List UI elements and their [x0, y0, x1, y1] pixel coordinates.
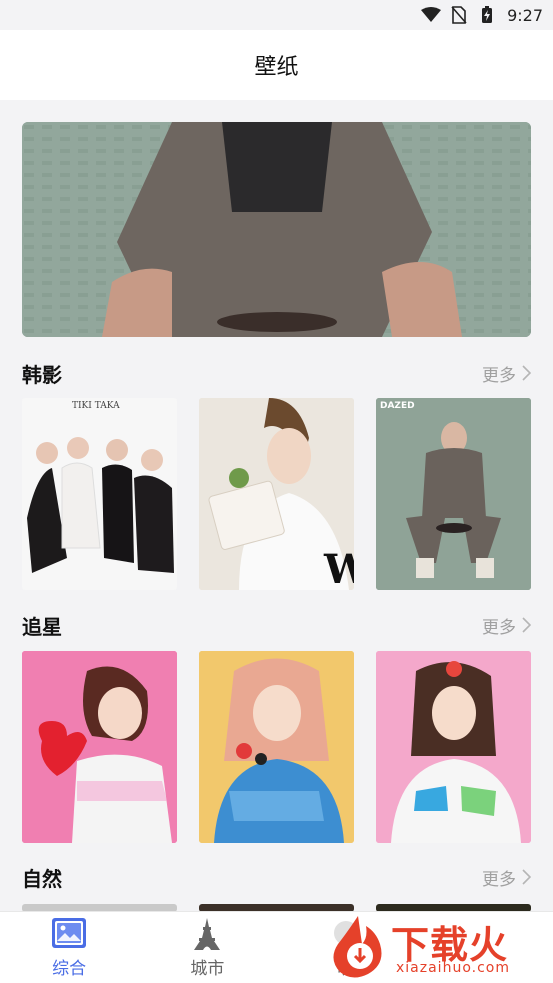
section-header-hanying: 韩影 更多: [22, 358, 531, 388]
eiffel-tower-icon: [194, 917, 221, 950]
battery-charging-icon: [477, 6, 497, 24]
featured-banner[interactable]: [22, 122, 531, 337]
wallpaper-thumb[interactable]: W: [199, 398, 354, 590]
thumb-image: TIKI TAKA: [22, 398, 177, 590]
wallpaper-thumb[interactable]: [376, 651, 531, 843]
wallpaper-thumb[interactable]: TIKI TAKA: [22, 398, 177, 590]
thumb-image: [199, 651, 354, 843]
wallpaper-thumb[interactable]: [22, 651, 177, 843]
thumb-caption: W: [323, 546, 354, 590]
nav-tab-city[interactable]: 城市: [138, 912, 276, 983]
thumb-image: DAZED: [376, 398, 531, 590]
more-link[interactable]: 更多: [482, 613, 531, 638]
thumb-row-hanying: TIKI TAKA W DAZED: [22, 398, 531, 590]
thumb-image: [376, 651, 531, 843]
image-gallery-icon: [52, 917, 87, 948]
more-label: 更多: [482, 617, 516, 638]
wallpaper-thumb[interactable]: DAZED: [376, 398, 531, 590]
status-bar: 9:27: [0, 0, 553, 30]
wifi-icon: [421, 6, 442, 24]
section-title: 自然: [22, 866, 62, 891]
chevron-right-icon: [522, 869, 531, 885]
more-label: 更多: [482, 365, 516, 386]
more-label: 更多: [482, 869, 516, 890]
nav-label: 城市: [190, 958, 225, 979]
flame-logo-icon: [333, 916, 382, 978]
app-header: 壁纸: [0, 30, 553, 100]
thumb-image: W: [199, 398, 354, 590]
nav-label: 综合: [52, 958, 87, 979]
nav-tab-general[interactable]: 综合: [0, 912, 138, 983]
more-link[interactable]: 更多: [482, 361, 531, 386]
chevron-right-icon: [522, 617, 531, 633]
thumb-caption: DAZED: [380, 401, 415, 411]
banner-image: [22, 122, 531, 337]
more-link[interactable]: 更多: [482, 865, 531, 890]
thumb-image: [22, 651, 177, 843]
section-title: 追星: [22, 614, 62, 639]
wallpaper-thumb[interactable]: [199, 651, 354, 843]
site-watermark: 下载火 xiazaihuo.com: [326, 912, 553, 982]
status-time: 9:27: [507, 5, 543, 25]
no-sim-icon: [449, 6, 469, 24]
thumb-row-zhuixing: [22, 651, 531, 843]
thumb-caption: TIKI TAKA: [72, 401, 120, 411]
watermark-en: xiazaihuo.com: [396, 960, 510, 976]
page-title: 壁纸: [254, 55, 299, 80]
chevron-right-icon: [522, 365, 531, 381]
section-header-zhuixing: 追星 更多: [22, 610, 531, 640]
section-title: 韩影: [22, 362, 62, 387]
section-header-ziran: 自然 更多: [22, 862, 531, 892]
